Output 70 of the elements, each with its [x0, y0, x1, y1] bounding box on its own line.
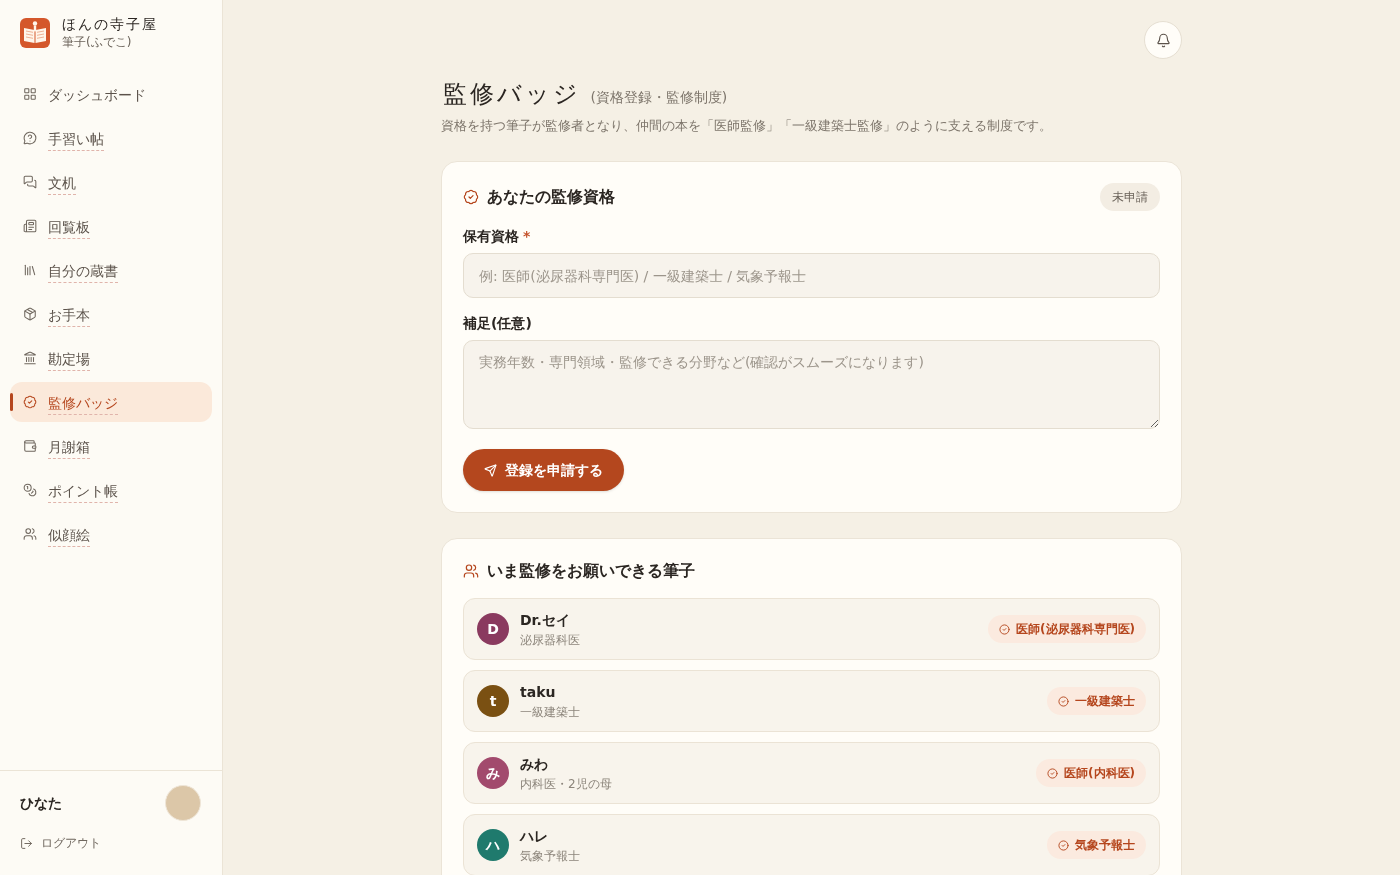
avatar-initial: t — [477, 685, 509, 717]
coins-icon — [23, 483, 37, 497]
field-label: 保有資格 * — [463, 227, 532, 246]
supervisor-name: ハレ — [520, 827, 549, 846]
app-subtitle: 筆子(ふでこ) — [62, 34, 133, 50]
card-title: いま監修をお願いできる筆子 — [487, 560, 695, 582]
avatar-icon — [165, 785, 201, 821]
supervisor-row[interactable]: ハ ハレ 気象予報士 気象予報士 — [463, 814, 1160, 875]
note-textarea[interactable]: 実務年数・専門領域・監修できる分野など(確認がスムーズになります) — [463, 340, 1160, 429]
avatar-initial: み — [477, 757, 509, 789]
active-indicator-bar — [10, 393, 13, 411]
qualification-badge: 気象予報士 — [1047, 831, 1146, 859]
sidebar-item[interactable]: 文机 — [10, 162, 212, 202]
submit-button[interactable]: 登録を申請する — [463, 449, 624, 491]
sidebar-item[interactable]: 手習い帖 — [10, 118, 212, 158]
sidebar-item[interactable]: 似顔絵 — [10, 514, 212, 554]
app-name: ほんの寺子屋 — [62, 16, 159, 34]
box-icon — [23, 307, 37, 321]
bank-icon — [23, 351, 37, 365]
books-icon — [23, 263, 37, 277]
book-logo-icon — [20, 18, 50, 48]
sidebar-item[interactable]: 自分の蔵書 — [10, 250, 212, 290]
card-title: あなたの監修資格 — [487, 186, 615, 208]
send-icon — [484, 463, 497, 477]
wallet-icon — [23, 439, 37, 453]
status-pill: 未申請 — [1100, 183, 1160, 211]
grid-icon — [23, 87, 37, 101]
badge-check-icon — [23, 395, 37, 409]
question-bubble-icon — [23, 131, 37, 145]
sidebar-item[interactable]: ダッシュボード — [10, 74, 212, 114]
users-icon — [463, 563, 479, 579]
qualification-badge: 一級建築士 — [1047, 687, 1146, 715]
supervisor-name: taku — [520, 683, 557, 702]
check-circle-icon — [999, 623, 1011, 635]
bell-icon — [1155, 32, 1171, 48]
logout-link[interactable]: ログアウト — [20, 833, 202, 853]
qualification-badge: 医師(内科医) — [1036, 759, 1146, 787]
qualification-input[interactable]: 例: 医師(泌尿器科専門医) / 一級建築士 / 気象予報士 — [463, 253, 1160, 298]
page-subtitle: (資格登録・監修制度) — [590, 88, 728, 107]
sidebar-item[interactable]: お手本 — [10, 294, 212, 334]
supervisor-row[interactable]: t taku 一級建築士 一級建築士 — [463, 670, 1160, 732]
supervisor-name: Dr.セイ — [520, 611, 571, 630]
chat-bubbles-icon — [23, 175, 37, 189]
qualification-badge: 医師(泌尿器科専門医) — [988, 615, 1146, 643]
supervisor-role: 内科医・2児の母 — [520, 776, 612, 792]
supervisor-row[interactable]: み みわ 内科医・2児の母 医師(内科医) — [463, 742, 1160, 804]
sidebar-item[interactable]: 勘定場 — [10, 338, 212, 378]
supervisor-role: 気象予報士 — [520, 848, 580, 864]
supervisor-role: 一級建築士 — [520, 704, 580, 720]
avatar-initial: D — [477, 613, 509, 645]
supervisor-role: 泌尿器科医 — [520, 632, 580, 648]
badge-check-icon — [463, 189, 479, 205]
notification-button[interactable] — [1144, 21, 1182, 59]
page-description: 資格を持つ筆子が監修者となり、仲間の本を「医師監修」「一級建築士監修」のように支える制度です。 — [441, 117, 1053, 135]
check-circle-icon — [1058, 695, 1069, 707]
newspaper-icon — [23, 219, 37, 233]
check-circle-icon — [1058, 839, 1069, 851]
user-name: ひなた — [20, 793, 62, 813]
page-title: 監修バッジ — [443, 80, 581, 108]
supervisor-row[interactable]: D Dr.セイ 泌尿器科医 医師(泌尿器科専門医) — [463, 598, 1160, 660]
supervisor-name: みわ — [520, 755, 549, 774]
logout-icon — [20, 836, 33, 850]
sidebar-item[interactable]: 月謝箱 — [10, 426, 212, 466]
sidebar-item[interactable]: 回覧板 — [10, 206, 212, 246]
users-icon — [23, 527, 37, 541]
sidebar-item[interactable]: 監修バッジ — [10, 382, 212, 422]
check-circle-icon — [1047, 767, 1059, 779]
avatar-initial: ハ — [477, 829, 509, 861]
field-label: 補足(任意) — [463, 314, 533, 333]
sidebar-item[interactable]: ポイント帳 — [10, 470, 212, 510]
